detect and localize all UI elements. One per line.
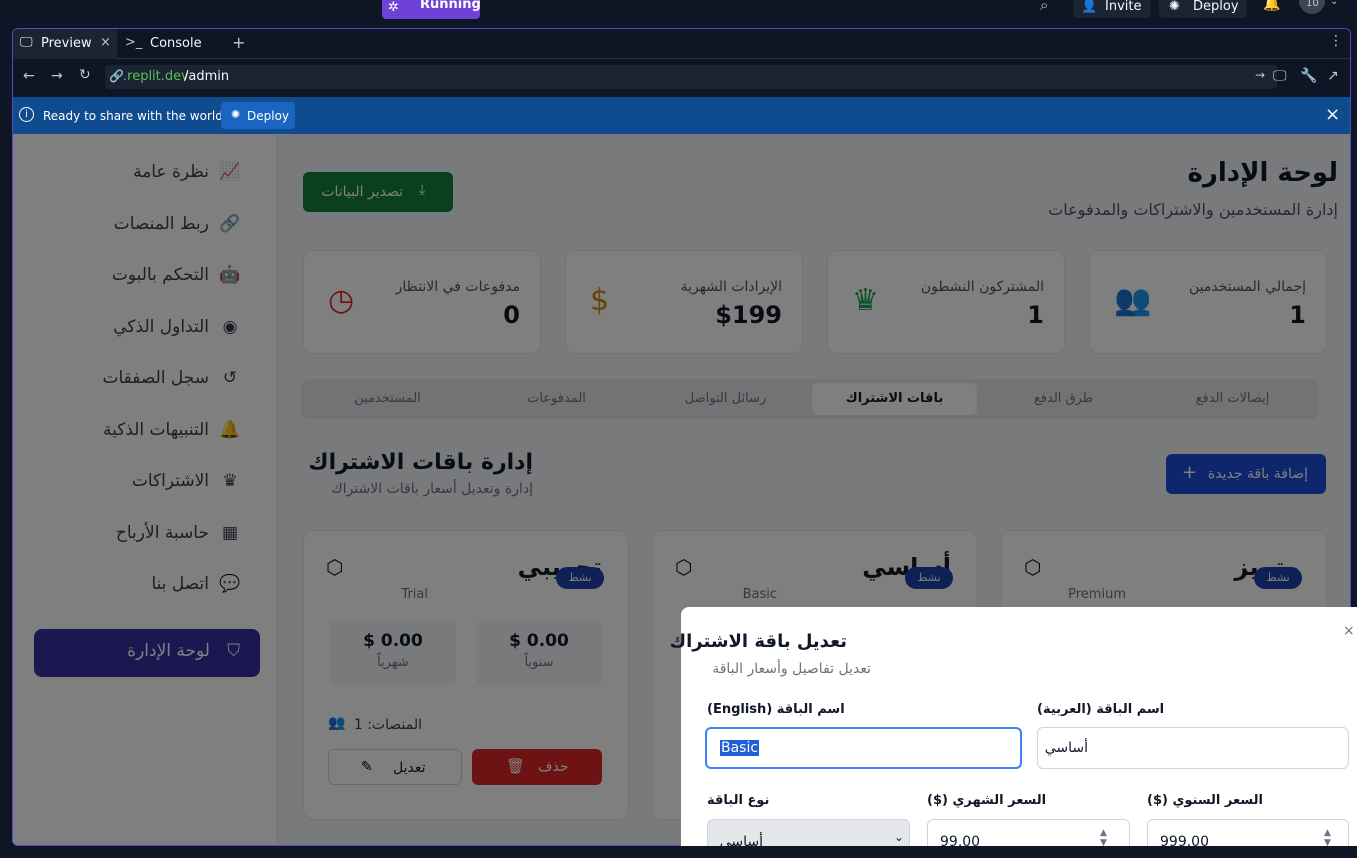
- reload-icon[interactable]: ↻: [79, 67, 91, 83]
- deploy-icon: ✺: [1169, 0, 1180, 14]
- replit-icon: ✲: [388, 0, 399, 15]
- add-user-icon: 👤: [1081, 0, 1098, 14]
- go-arrow-icon[interactable]: →: [1255, 68, 1265, 82]
- deploy-icon: ✺: [231, 108, 241, 121]
- bell-icon[interactable]: 🔔: [1263, 0, 1280, 12]
- deploy-top-button[interactable]: ✺ Deploy: [1159, 0, 1247, 18]
- avatar[interactable]: 10: [1299, 0, 1325, 14]
- invite-button[interactable]: 👤 Invite: [1073, 0, 1151, 18]
- close-modal-icon[interactable]: ×: [1343, 623, 1355, 639]
- back-icon[interactable]: ←: [23, 68, 35, 84]
- running-button[interactable]: ✲ Running: [382, 0, 481, 19]
- stepper-icon[interactable]: ▲ ▼: [1100, 828, 1107, 848]
- terminal-icon: >_: [125, 35, 143, 50]
- banner-deploy-button[interactable]: ✺ Deploy: [221, 102, 295, 129]
- link-icon: 🔗: [109, 69, 124, 83]
- modal-title: تعديل باقة الاشتراك: [669, 631, 847, 652]
- workspace-topbar: ✲ Running ⌕ 👤 Invite ✺ Deploy 🔔 10 ⌄: [0, 0, 1357, 28]
- monitor-icon: 🖵: [20, 35, 33, 50]
- search-icon[interactable]: ⌕: [1040, 0, 1048, 14]
- bottom-edge: [0, 846, 1357, 858]
- tab-preview[interactable]: 🖵 Preview ×: [13, 29, 117, 59]
- devices-icon[interactable]: 🖵: [1273, 68, 1287, 84]
- close-tab-icon[interactable]: ×: [100, 35, 111, 50]
- chevron-down-icon: ⌄: [894, 830, 905, 844]
- pane-tab-row: 🖵 Preview × >_ Console + ⋮: [13, 29, 1350, 59]
- stepper-icon[interactable]: ▲ ▼: [1324, 828, 1331, 848]
- modal-subtitle: تعديل تفاصيل وأسعار الباقة: [712, 661, 871, 677]
- close-banner-icon[interactable]: ×: [1325, 104, 1340, 125]
- wrench-icon[interactable]: 🔧: [1300, 68, 1317, 84]
- edit-plan-modal: تعديل باقة الاشتراك تعديل تفاصيل وأسعار …: [670, 607, 1357, 858]
- add-tab-icon[interactable]: +: [232, 33, 245, 52]
- name-en-field[interactable]: Basic: [705, 727, 1022, 769]
- info-icon: i: [19, 107, 34, 122]
- tab-console[interactable]: >_ Console: [118, 29, 224, 59]
- forward-icon[interactable]: →: [51, 68, 63, 84]
- more-menu-icon[interactable]: ⋮: [1329, 33, 1343, 49]
- url-bar[interactable]: 🔗 .replit.dev /admin →: [105, 65, 1277, 89]
- chevron-down-icon[interactable]: ⌄: [1330, 0, 1338, 7]
- open-external-icon[interactable]: ↗: [1327, 68, 1339, 84]
- deploy-banner: i Ready to share with the world? ✺ Deplo…: [13, 97, 1350, 134]
- url-row: ← → ↻ 🔗 .replit.dev /admin → 🖵 🔧 ↗: [13, 60, 1350, 96]
- name-ar-field[interactable]: أساسي: [1037, 727, 1349, 769]
